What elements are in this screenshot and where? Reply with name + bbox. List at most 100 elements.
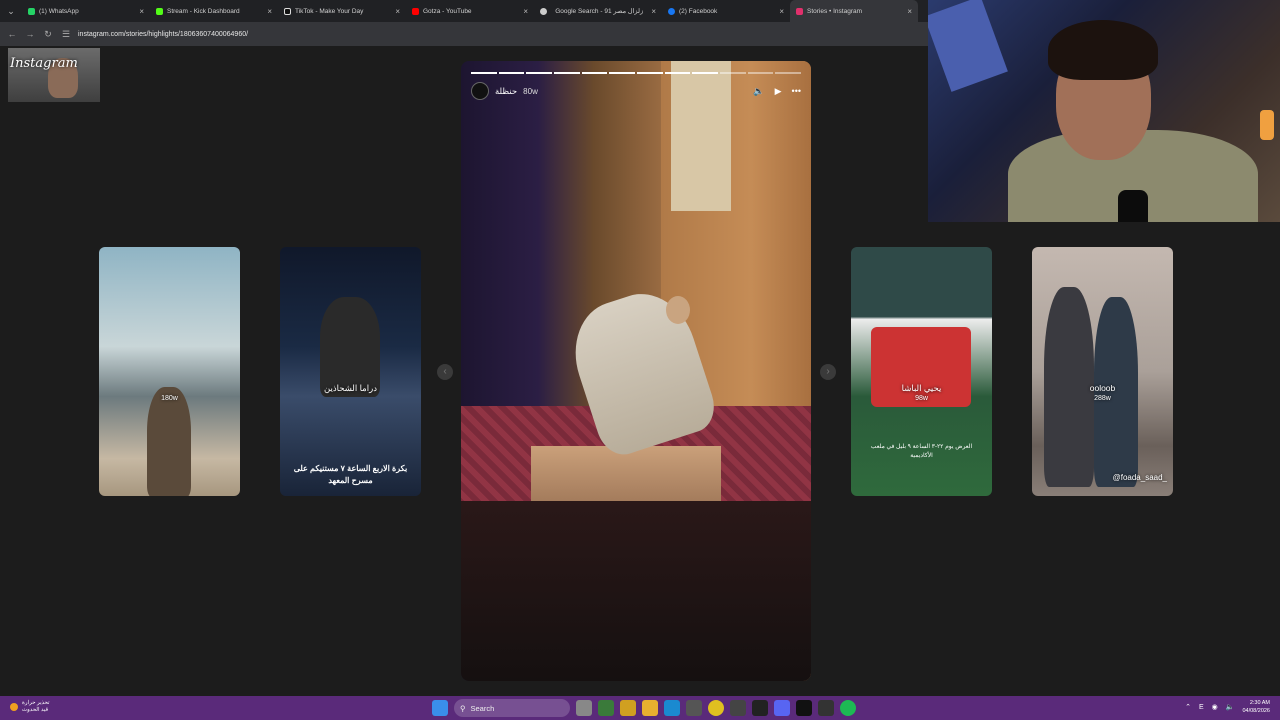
chevron-up-icon[interactable]: ⌃ — [1185, 703, 1191, 711]
tab-kick[interactable]: Stream - Kick Dashboard × — [150, 0, 278, 22]
chrome-icon[interactable] — [708, 700, 724, 716]
windows-start-icon[interactable] — [432, 700, 448, 716]
progress-segment — [747, 72, 774, 74]
weather-icon — [10, 703, 18, 711]
search-label: Search — [470, 703, 495, 713]
reload-icon[interactable]: ↻ — [42, 29, 54, 40]
tab-bar: ⌄ (1) WhatsApp × Stream - Kick Dashboard… — [0, 0, 928, 22]
url-field[interactable]: instagram.com/stories/highlights/1806360… — [78, 31, 248, 38]
tab-search-chevron-icon[interactable]: ⌄ — [0, 0, 22, 22]
spotify-icon[interactable] — [840, 700, 856, 716]
close-icon[interactable]: × — [907, 7, 912, 16]
app-icon[interactable] — [752, 700, 768, 716]
progress-segment — [526, 72, 553, 74]
story-avatar[interactable] — [471, 82, 489, 100]
tab-instagram-stories[interactable]: Stories • Instagram × — [790, 0, 918, 22]
tab-tiktok[interactable]: TikTok - Make Your Day × — [278, 0, 406, 22]
weather-line1: تحذير حرارة — [22, 700, 50, 706]
tab-label: Google Search - زلزال مصر 91 — [555, 8, 644, 15]
progress-segment — [609, 72, 636, 74]
language-indicator[interactable]: E — [1199, 704, 1204, 711]
close-icon[interactable]: × — [267, 7, 272, 16]
volume-icon[interactable]: 🔈 — [1226, 703, 1235, 711]
store-icon[interactable] — [686, 700, 702, 716]
taskbar-search[interactable]: ⚲ Search — [454, 699, 570, 717]
card-caption: العرض يوم ٢٢-٣ الساعة ٩ بليل في ملعب الأ… — [870, 444, 973, 459]
story-time: 80w — [523, 86, 538, 96]
progress-segment — [581, 72, 608, 74]
app-icon[interactable] — [598, 700, 614, 716]
card-caption: بكرة الاربع الساعة ٧ مستنيكم على مسرح ال… — [293, 464, 408, 485]
close-icon[interactable]: × — [779, 7, 784, 16]
app-icon[interactable] — [818, 700, 834, 716]
app-icon[interactable] — [730, 700, 746, 716]
task-view-icon[interactable] — [576, 700, 592, 716]
tab-label: (1) WhatsApp — [39, 7, 79, 15]
tab-label: Stream - Kick Dashboard — [167, 7, 240, 15]
card-time: 180w — [161, 395, 178, 402]
instagram-logo-overlay: Instagram — [8, 48, 100, 102]
address-bar: ← → ↻ ☰ instagram.com/stories/highlights… — [0, 22, 928, 46]
play-icon[interactable]: ▶ — [775, 86, 782, 97]
instagram-icon — [796, 7, 803, 15]
clock-time: 2:30 AM — [1249, 700, 1270, 706]
story-preview-card[interactable]: ooloob 288w @foada_saad_ — [1032, 247, 1173, 496]
story-person-head — [666, 296, 690, 324]
mute-icon[interactable]: 🔈 — [753, 86, 764, 97]
file-explorer-icon[interactable] — [642, 700, 658, 716]
weather-widget[interactable]: تحذير حرارة قيد الحدوث — [10, 700, 50, 714]
search-icon: ⚲ — [460, 703, 466, 713]
webcam-overlay — [928, 0, 1280, 222]
wall-poster — [928, 0, 1008, 92]
kick-icon — [156, 7, 163, 15]
discord-icon[interactable] — [774, 700, 790, 716]
card-name: دراما الشحاذين — [324, 383, 377, 393]
system-tray: ⌃ E ◉ 🔈 2:30 AM 04/08/2026 — [1185, 699, 1270, 715]
tab-youtube[interactable]: Gotza - YouTube × — [406, 0, 534, 22]
story-viewer[interactable]: حنظلة 80w 🔈 ▶ ••• — [461, 61, 811, 681]
progress-segment — [471, 72, 497, 74]
app-icon[interactable] — [620, 700, 636, 716]
card-time: 288w — [1094, 395, 1111, 402]
clock[interactable]: 2:30 AM 04/08/2026 — [1242, 699, 1270, 715]
next-story-button[interactable]: › — [820, 364, 836, 380]
tab-whatsapp[interactable]: (1) WhatsApp × — [22, 0, 150, 22]
whatsapp-icon — [28, 7, 35, 15]
progress-segment — [664, 72, 691, 74]
tab-label: TikTok - Make Your Day — [295, 7, 364, 15]
progress-segment — [498, 72, 525, 74]
story-progress — [471, 72, 802, 74]
lamp — [1260, 110, 1274, 140]
google-icon — [540, 7, 547, 15]
facebook-icon — [668, 7, 675, 15]
story-preview-card[interactable]: 180w — [99, 247, 240, 496]
more-options-icon[interactable]: ••• — [792, 86, 801, 97]
previous-story-button[interactable]: ‹ — [437, 364, 453, 380]
progress-segment — [720, 72, 746, 74]
card-time: 98w — [915, 395, 928, 402]
back-arrow-icon[interactable]: ← — [6, 29, 18, 39]
wifi-icon[interactable]: ◉ — [1212, 703, 1218, 711]
tab-facebook[interactable]: (2) Facebook × — [662, 0, 790, 22]
streamer-hair — [1048, 20, 1158, 80]
progress-segment — [637, 72, 663, 74]
app-icon[interactable] — [796, 700, 812, 716]
close-icon[interactable]: × — [523, 7, 528, 16]
progress-segment — [692, 72, 719, 74]
close-icon[interactable]: × — [139, 7, 144, 16]
card-photo — [320, 297, 380, 397]
site-settings-icon[interactable]: ☰ — [60, 29, 72, 40]
forward-arrow-icon[interactable]: → — [24, 29, 36, 39]
close-icon[interactable]: × — [651, 7, 656, 16]
progress-segment — [554, 72, 580, 74]
taskbar: تحذير حرارة قيد الحدوث ⚲ Search ⌃ E ◉ 🔈 … — [0, 696, 1280, 720]
close-icon[interactable]: × — [395, 7, 400, 16]
tab-label: (2) Facebook — [679, 7, 718, 15]
tab-google-search[interactable]: Google Search - زلزال مصر 91 × — [534, 0, 662, 22]
clock-date: 04/08/2026 — [1242, 708, 1270, 714]
card-photo — [147, 387, 191, 496]
edge-icon[interactable] — [664, 700, 680, 716]
story-preview-card[interactable]: يحيي الباشا 98w العرض يوم ٢٢-٣ الساعة ٩ … — [851, 247, 992, 496]
story-username[interactable]: حنظلة — [495, 86, 517, 97]
story-preview-card[interactable]: دراما الشحاذين بكرة الاربع الساعة ٧ مستن… — [280, 247, 421, 496]
